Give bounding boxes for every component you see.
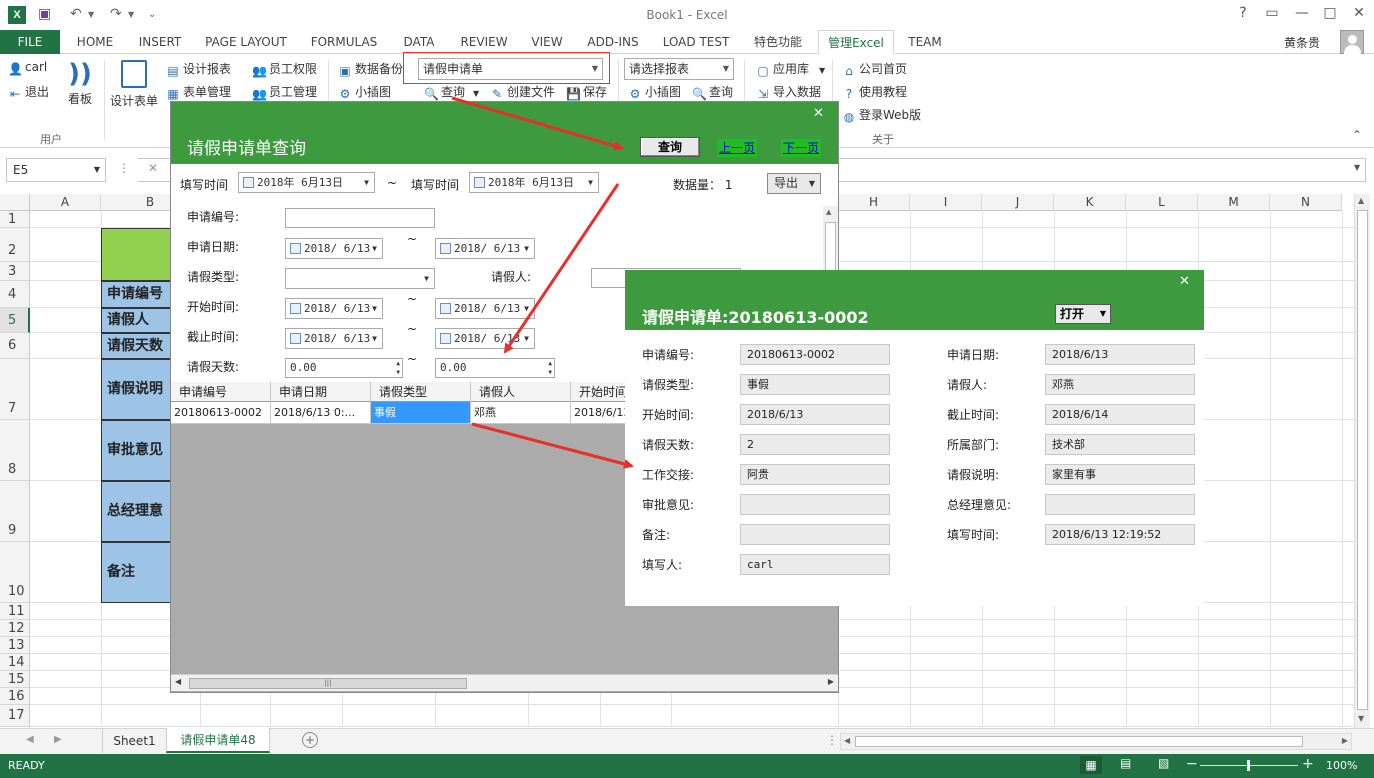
annotation-arrows bbox=[451, 96, 634, 469]
arrow-to-query-button bbox=[451, 96, 624, 151]
arrow-to-results bbox=[503, 183, 620, 354]
arrow-to-detail bbox=[471, 422, 634, 469]
